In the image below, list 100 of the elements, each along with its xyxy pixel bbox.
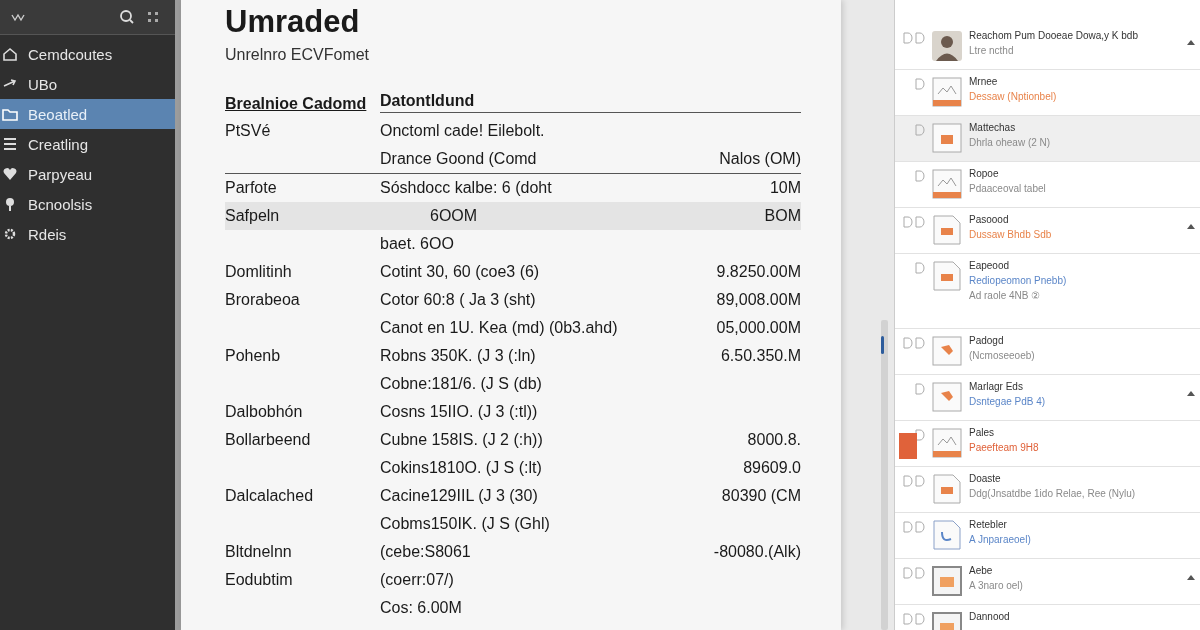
row-value: 05,000.00M — [716, 319, 801, 336]
item-title: Marlagr Eds — [969, 381, 1023, 392]
row-value: 89609.0 — [743, 459, 801, 476]
bookmark-icon[interactable] — [915, 262, 925, 274]
list-item[interactable]: Mattechas Dhrla oheaw (2 N) — [895, 116, 1200, 162]
folder-icon — [2, 106, 18, 122]
item-title: Aebe — [969, 565, 993, 576]
item-title: Mattechas — [969, 122, 1016, 133]
bookmark-icon[interactable] — [915, 78, 925, 90]
document-icon — [931, 214, 963, 246]
bookmark-icon[interactable] — [903, 613, 913, 625]
item-subtitle: Ltre ncthd — [969, 45, 1014, 56]
search-icon — [119, 9, 135, 25]
column-header: Brealnioe Cadomd — [225, 95, 368, 113]
row-label: Dalbobhón — [225, 403, 303, 420]
sidebar-item[interactable]: Creatling — [0, 129, 175, 159]
sidebar-item[interactable]: UBo — [0, 69, 175, 99]
curve-file-icon — [931, 519, 963, 551]
row-label: Bollarbeend — [225, 431, 311, 448]
caret-icon[interactable] — [1187, 38, 1195, 46]
row-value: 80390 (CM — [721, 487, 801, 504]
sidebar-item[interactable]: Bcnoolsis — [0, 189, 175, 219]
item-subtitle: Dussaw Bhdb Sdb — [969, 229, 1052, 240]
bookmark-icon[interactable] — [915, 613, 925, 625]
bookmark-icon[interactable] — [915, 170, 925, 182]
row-label: Bltdnelnn — [225, 543, 292, 560]
row-detail: Onctoml cade! Eilebolt. — [380, 122, 545, 139]
row-detail: baet. 6OO — [380, 235, 454, 252]
sidebar-item[interactable]: Cemdcoutes — [0, 39, 175, 69]
item-subtitle: Dessaw (Nptionbel) — [969, 91, 1057, 102]
grid-icon — [145, 9, 161, 25]
row-value: 8000.8. — [747, 431, 801, 448]
row-value: BOM — [764, 207, 801, 224]
item-title: Mrnee — [969, 76, 998, 87]
row-value: 6.50.350.M — [720, 347, 801, 364]
bookmark-icon[interactable] — [915, 383, 925, 395]
item-subtitle: Dsntegae PdB 4) — [969, 396, 1046, 407]
bookmark-icon[interactable] — [915, 124, 925, 136]
settings-icon — [2, 226, 18, 242]
row-detail: Cotint 30, 60 (coe3 (6) — [380, 263, 540, 280]
row-detail: Drance Goond (Comd — [380, 150, 537, 167]
item-title: Reachom Pum Dooeae Dowa,y K bdb — [969, 30, 1138, 41]
item-title: Eapeood — [969, 260, 1010, 271]
row-detail: Robns 350K. (J 3 (:ln) — [380, 347, 536, 364]
caret-icon[interactable] — [1187, 573, 1195, 581]
row-detail: Cobne:181/6. (J S (db) — [380, 375, 542, 392]
window-file-icon — [931, 565, 963, 597]
item-subtitle: Pdaaceoval tabel — [969, 183, 1046, 194]
row-detail: (coerr:07/) — [380, 571, 454, 588]
bookmark-icon[interactable] — [915, 32, 925, 44]
heart-icon — [2, 166, 18, 182]
document-subtitle: Unrelnro ECVFomet — [225, 46, 371, 64]
row-label: Eodubtim — [225, 571, 293, 588]
bookmark-icon[interactable] — [903, 521, 913, 533]
caret-icon[interactable] — [1187, 222, 1195, 230]
bookmark-icon[interactable] — [915, 567, 925, 579]
row-detail: Cotor 60:8 ( Ja 3 (sht) — [380, 291, 536, 308]
item-title: Ropoe — [969, 168, 999, 179]
bookmark-icon[interactable] — [903, 475, 913, 487]
envelope-file-icon — [931, 122, 963, 154]
bookmark-icon[interactable] — [915, 216, 925, 228]
row-value: 89,008.00M — [716, 291, 801, 308]
bookmark-icon[interactable] — [915, 521, 925, 533]
row-value: 9.8250.00M — [716, 263, 801, 280]
item-title: Pasoood — [969, 214, 1009, 225]
document-title: Umraded — [225, 4, 361, 40]
bookmark-icon[interactable] — [915, 337, 925, 349]
item-title: Padogd — [969, 335, 1004, 346]
sidebar-item[interactable]: Parpyeau — [0, 159, 175, 189]
bookmark-icon[interactable] — [915, 475, 925, 487]
item-note: Ad raole 4NB ② — [969, 290, 1041, 301]
list-icon — [2, 136, 18, 152]
item-title: Doaste — [969, 473, 1001, 484]
row-detail: Cubne 158IS. (J 2 (:h)) — [380, 431, 543, 448]
row-label: Pohenb — [225, 347, 281, 364]
avatar-icon — [931, 30, 963, 62]
row-detail: Sóshdocc kalbe: 6 (doht — [380, 179, 552, 196]
row-value: 10M — [769, 179, 801, 196]
item-subtitle: A 3naro oel) — [969, 580, 1023, 591]
row-detail: Cos: 6.00M — [380, 599, 462, 616]
item-subtitle: Dhrla oheaw (2 N) — [969, 137, 1051, 148]
caret-icon[interactable] — [1187, 389, 1195, 397]
row-detail: Cokins1810O. (J S (:lt) — [380, 459, 542, 476]
item-title: Pales — [969, 427, 994, 438]
item-title: Dannood — [969, 611, 1010, 622]
image-file-icon — [931, 168, 963, 200]
image-file-icon — [931, 427, 963, 459]
item-subtitle: A Jnparaeoel) — [969, 534, 1031, 545]
row-detail: 6OOM — [430, 207, 478, 224]
bookmark-icon[interactable] — [903, 216, 913, 228]
row-detail: (cebe:S8061 — [380, 543, 471, 560]
bookmark-icon[interactable] — [903, 32, 913, 44]
bookmark-icon[interactable] — [915, 429, 925, 441]
row-detail: Cobms150IK. (J S (Ghl) — [380, 515, 550, 532]
sidebar-item[interactable]: Rdeis — [0, 219, 175, 249]
bookmark-icon[interactable] — [903, 567, 913, 579]
row-detail: Cosns 15IIO. (J 3 (:tl)) — [380, 403, 538, 420]
item-title: Retebler — [969, 519, 1007, 530]
row-label: Parfote — [225, 179, 277, 196]
bookmark-icon[interactable] — [903, 337, 913, 349]
